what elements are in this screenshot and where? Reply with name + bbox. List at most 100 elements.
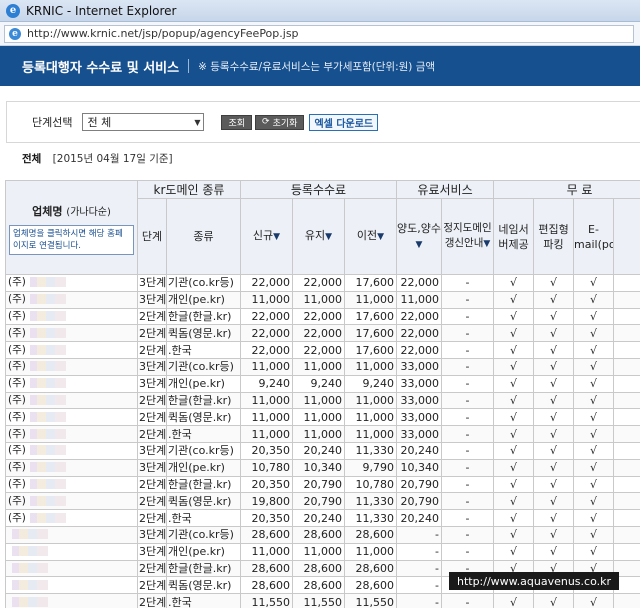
company-name-cell[interactable]: (주) <box>5 324 138 343</box>
company-name-cell[interactable]: (주) <box>5 458 138 477</box>
company-name-cell[interactable]: (주) <box>5 391 138 410</box>
company-name-cell[interactable]: (주) <box>5 509 138 527</box>
table-row: (주) 2단계 .한국 11,000 11,000 11,000 33,000 - √ √ √ <box>5 425 640 443</box>
company-name-cell[interactable]: (주) <box>5 492 138 511</box>
assign-fee-cell: 20,240 <box>396 509 442 527</box>
assign-fee-cell: 33,000 <box>396 391 442 410</box>
new-fee-cell: 20,350 <box>240 441 293 460</box>
keep-fee-cell: 20,240 <box>292 509 345 527</box>
kind-cell: 기관(co.kr등) <box>166 441 241 460</box>
level-cell: 3단계 <box>137 374 167 393</box>
level-cell: 3단계 <box>137 290 167 309</box>
editor-parking-cell-text: √ <box>550 377 558 391</box>
new-fee-cell: 20,350 <box>240 475 293 494</box>
company-name-cell[interactable]: (주) <box>5 357 138 376</box>
redacted-name <box>29 294 66 305</box>
keep-fee-cell-text: 22,000 <box>303 309 343 323</box>
company-name-cell[interactable]: (주) <box>5 425 138 443</box>
company-name-cell[interactable]: (주) <box>5 290 138 309</box>
nameserver-cell: √ <box>493 374 535 393</box>
editor-parking-cell: √ <box>533 525 575 544</box>
transfer-fee-header[interactable]: 이전▼ <box>344 198 397 275</box>
company-name-cell[interactable] <box>5 525 138 544</box>
company-name-cell[interactable]: (주) <box>5 408 138 427</box>
company-name-cell[interactable]: (주) <box>5 441 138 460</box>
paid-service-group-header: 유료서비스 <box>395 180 495 199</box>
assign-fee-header[interactable]: 양도,양수 ▼ <box>396 198 442 275</box>
table-row: (주) 3단계 개인(pe.kr) 10,780 10,340 9,790 10,340 - √… <box>5 458 640 477</box>
kind-cell-text: 기관(co.kr등) <box>168 444 234 458</box>
company-name-cell[interactable] <box>5 559 138 578</box>
keep-fee-cell: 22,000 <box>292 274 345 292</box>
new-fee-header[interactable]: 신규▼ <box>240 198 293 275</box>
nameserver-cell-text: √ <box>510 545 518 559</box>
stop-domain-cell-text: - <box>465 410 470 424</box>
nameserver-cell-text: √ <box>510 444 518 458</box>
company-name-cell[interactable] <box>5 593 138 608</box>
table-row: (주) 3단계 개인(pe.kr) 9,240 9,240 9,240 33,000 - √ √ √ <box>5 374 640 393</box>
company-name-cell[interactable] <box>5 576 138 595</box>
assign-fee-cell-text: 22,000 <box>400 343 440 357</box>
new-fee-cell: 22,000 <box>240 324 293 343</box>
editor-parking-cell: √ <box>533 324 575 343</box>
stop-domain-cell-text: - <box>465 477 470 491</box>
level-select[interactable]: 전 체 ▼ <box>82 113 205 131</box>
nameserver-cell-text: √ <box>510 528 518 542</box>
new-fee-cell: 9,240 <box>240 374 293 393</box>
assign-fee-cell: - <box>396 593 442 608</box>
search-button[interactable]: 조회 <box>221 114 253 130</box>
company-name-cell[interactable] <box>5 542 138 561</box>
company-name-cell[interactable]: (주) <box>5 374 138 393</box>
editor-parking-cell-text: √ <box>550 477 558 491</box>
excel-download-button[interactable]: 엑셀 다운로드 <box>309 113 379 131</box>
keep-fee-cell: 11,000 <box>292 357 345 376</box>
stop-domain-header[interactable]: 정지도메인갱신안내▼ <box>440 198 495 275</box>
nameserver-cell-text: √ <box>510 494 518 508</box>
email-header: E-mail(pop3) <box>573 198 615 275</box>
new-fee-cell: 11,000 <box>240 357 293 376</box>
stop-domain-cell-text: - <box>465 377 470 391</box>
new-fee-cell: 11,000 <box>240 290 293 309</box>
address-bar: e http://www.krnic.net/jsp/popup/agencyF… <box>0 22 640 46</box>
kind-cell-text: 개인(pe.kr) <box>168 377 225 391</box>
url-field[interactable]: e http://www.krnic.net/jsp/popup/agencyF… <box>4 24 634 43</box>
email-cell-text: √ <box>590 309 598 323</box>
transfer-fee-cell-text: 28,600 <box>355 561 395 575</box>
redacted-name <box>29 512 66 523</box>
email-cell: √ <box>573 509 615 527</box>
transfer-fee-cell-text: 11,330 <box>355 444 395 458</box>
new-fee-cell-text: 10,780 <box>251 461 291 475</box>
assign-fee-cell: - <box>396 576 442 595</box>
transfer-fee-cell: 11,330 <box>344 441 397 460</box>
extra-cell <box>613 509 640 527</box>
transfer-fee-cell: 17,600 <box>344 341 397 359</box>
keep-fee-cell-text: 11,000 <box>303 410 343 424</box>
company-name-cell[interactable]: (주) <box>5 341 138 359</box>
company-name-header[interactable]: 업체명 (가나다순) 업체명을 클릭하시면 해당 홈페이지로 연결됩니다. <box>5 180 138 275</box>
summary-line: 전체 [2015년 04월 17일 기준] <box>22 151 173 166</box>
search-button-label: 조회 <box>228 118 246 129</box>
editor-parking-cell-text: √ <box>550 293 558 307</box>
keep-fee-cell-text: 22,000 <box>303 276 343 290</box>
kind-cell: 퀵돔(영문.kr) <box>166 576 241 595</box>
sort-down-icon: ▼ <box>483 239 491 249</box>
reset-button[interactable]: ⟳ 초기화 <box>255 114 305 130</box>
new-fee-cell-text: 11,000 <box>251 393 291 407</box>
new-fee-cell: 11,000 <box>240 408 293 427</box>
company-name-cell[interactable]: (주) <box>5 274 138 292</box>
company-name-hint: 업체명을 클릭하시면 해당 홈페이지로 연결됩니다. <box>9 225 134 255</box>
new-fee-cell-text: 11,000 <box>251 293 291 307</box>
extra-cell <box>613 307 640 326</box>
email-cell: √ <box>573 357 615 376</box>
kind-cell-text: 퀵돔(영문.kr) <box>168 326 232 340</box>
redacted-name <box>29 445 66 456</box>
transfer-fee-cell-text: 17,600 <box>355 326 395 340</box>
company-name-cell[interactable]: (주) <box>5 475 138 494</box>
kind-cell: 개인(pe.kr) <box>166 290 241 309</box>
level-cell-text: 3단계 <box>139 276 167 290</box>
stop-domain-cell: - <box>440 307 495 326</box>
keep-fee-header[interactable]: 유지▼ <box>292 198 345 275</box>
company-name-cell[interactable]: (주) <box>5 307 138 326</box>
fee-table-container[interactable]: 업체명 (가나다순) 업체명을 클릭하시면 해당 홈페이지로 연결됩니다. kr… <box>5 180 640 608</box>
editor-parking-cell-text: √ <box>550 461 558 475</box>
